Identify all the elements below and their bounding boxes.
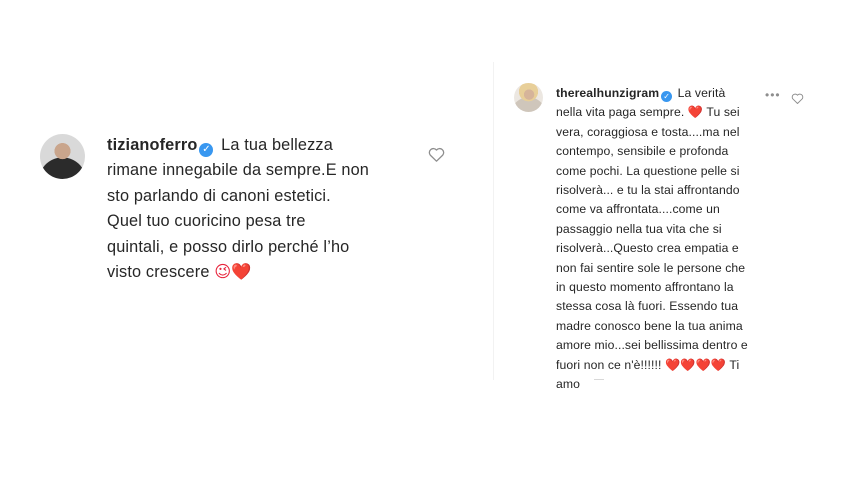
emoji-group: 😉❤️ — [214, 263, 252, 282]
comment-line: amore mio...sei bellissima dentro e — [556, 338, 748, 353]
heart-outline-icon[interactable] — [428, 147, 445, 162]
username[interactable]: therealhunzigram — [556, 86, 659, 100]
comment-line: come va affrontata....come un — [556, 202, 720, 217]
comment-line-text: La verità — [674, 86, 726, 100]
comment-line: sto parlando di canoni estetici. — [107, 186, 331, 205]
more-options-icon[interactable]: ••• — [765, 88, 781, 102]
comment-line-text: La tua bellezza — [216, 136, 333, 154]
comment-line: passaggio nella tua vita che si — [556, 221, 722, 236]
comment-line: nella vita paga sempre. ❤️ Tu sei — [556, 103, 748, 122]
verified-badge-icon: ✓ — [199, 143, 214, 157]
comment-line: in questo momento affrontano la — [556, 280, 734, 295]
comment-line: stessa cosa là fuori. Essendo tua — [556, 299, 739, 314]
comment-line: non fai sentire sole le persone che — [556, 260, 746, 275]
comment-line-text: Ti — [726, 357, 740, 372]
comment-line: amo — [556, 377, 581, 392]
avatar[interactable] — [514, 83, 543, 112]
divider — [493, 62, 494, 380]
comment-line: come pochi. La questione pelle si — [556, 163, 740, 178]
heart-emoji-group: ❤️❤️❤️❤️ — [664, 357, 727, 372]
comment-line: contempo, sensibile e profonda — [556, 144, 729, 159]
comment-line: quintali, e posso dirlo perché l’ho — [107, 237, 350, 256]
comment-line: rimane innegabile da sempre.E non — [107, 161, 369, 180]
view-replies-line[interactable] — [594, 379, 604, 380]
comment-line: Quel tuo cuoricino pesa tre — [107, 212, 306, 231]
comment-line: fuori non ce n'è!!!!!! ❤️❤️❤️❤️ Ti — [556, 356, 748, 375]
comment-line: madre conosco bene la tua anima — [556, 318, 743, 333]
comment-line: therealhunzigram ✓ La verità — [556, 84, 748, 103]
comment-text: tizianoferro ✓ La tua bellezza rimane inn… — [107, 133, 369, 285]
comment-line-text: visto crescere — [107, 263, 210, 282]
verified-badge-icon: ✓ — [661, 91, 673, 102]
comment-line: visto crescere 😉❤️ — [107, 260, 369, 285]
heart-outline-icon[interactable] — [791, 93, 804, 104]
username[interactable]: tizianoferro — [107, 136, 197, 154]
avatar[interactable] — [40, 134, 85, 179]
comment-text: therealhunzigram ✓ La verità nella vita p… — [556, 84, 748, 395]
comment-line: tizianoferro ✓ La tua bellezza — [107, 133, 369, 158]
comment-line: risolverà...Questo crea empatia e — [556, 241, 739, 256]
comment-line-text: fuori non ce n'è!!!!!! — [556, 357, 662, 372]
heart-emoji: ❤️ — [687, 105, 704, 120]
comment-line-text: nella vita paga sempre. — [556, 105, 685, 120]
comment-line: vera, coraggiosa e tosta....ma nel — [556, 124, 740, 139]
comment-line: risolverà... e tu la stai affrontando — [556, 183, 740, 198]
comment-line-text: Tu sei — [703, 105, 740, 120]
